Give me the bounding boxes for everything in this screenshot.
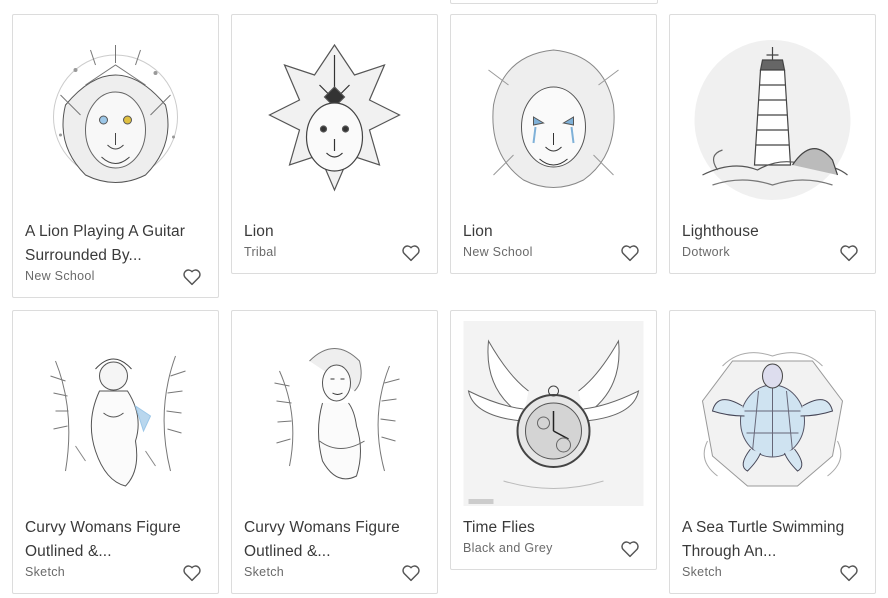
card-title-line2[interactable]: Outlined &... bbox=[244, 540, 407, 564]
design-card[interactable]: A Sea Turtle Swimming Through An... Sket… bbox=[669, 310, 876, 594]
card-style-label: Black and Grey bbox=[463, 541, 553, 555]
heart-outline-icon[interactable] bbox=[182, 564, 202, 582]
heart-outline-icon[interactable] bbox=[839, 564, 859, 582]
design-card[interactable]: Curvy Womans Figure Outlined &... Sketch bbox=[231, 310, 438, 594]
card-style-label: Dotwork bbox=[682, 245, 730, 259]
card-style-label: New School bbox=[25, 269, 95, 283]
heart-outline-icon[interactable] bbox=[620, 244, 640, 262]
partial-card-above bbox=[450, 0, 658, 4]
card-title-line1[interactable]: Curvy Womans Figure bbox=[25, 516, 188, 540]
heart-outline-icon[interactable] bbox=[401, 564, 421, 582]
woman-ferns-tattoo-image[interactable] bbox=[25, 321, 206, 506]
card-title-line1[interactable]: Lion bbox=[244, 220, 407, 244]
heart-outline-icon[interactable] bbox=[839, 244, 859, 262]
heart-outline-icon[interactable] bbox=[620, 540, 640, 558]
sea-turtle-tattoo-image[interactable] bbox=[682, 321, 863, 506]
design-card[interactable]: Curvy Womans Figure Outlined &... Sketch bbox=[12, 310, 219, 594]
woman-ferns-tattoo-image-2[interactable] bbox=[244, 321, 425, 506]
lion-new-school-tattoo-image[interactable] bbox=[463, 25, 644, 210]
card-title-line1[interactable]: A Sea Turtle Swimming bbox=[682, 516, 861, 540]
card-title-line1[interactable]: A Lion Playing A Guitar bbox=[25, 220, 202, 244]
design-card[interactable]: A Lion Playing A Guitar Surrounded By...… bbox=[12, 14, 219, 298]
design-card[interactable]: Lighthouse Dotwork bbox=[669, 14, 876, 274]
card-style-label: New School bbox=[463, 245, 533, 259]
card-title-line2[interactable]: Through An... bbox=[682, 540, 861, 564]
card-style-label: Sketch bbox=[244, 565, 285, 579]
card-title-line1[interactable]: Lion bbox=[463, 220, 626, 244]
card-style-label: Tribal bbox=[244, 245, 277, 259]
card-title-line1[interactable]: Time Flies bbox=[463, 516, 626, 540]
winged-pocket-watch-tattoo-image[interactable] bbox=[463, 321, 644, 506]
card-title-line2[interactable]: Surrounded By... bbox=[25, 244, 202, 268]
design-card[interactable]: Lion New School bbox=[450, 14, 657, 274]
design-card[interactable]: Time Flies Black and Grey bbox=[450, 310, 657, 570]
card-title-line1[interactable]: Curvy Womans Figure bbox=[244, 516, 407, 540]
lighthouse-tattoo-image[interactable] bbox=[682, 25, 863, 210]
heart-outline-icon[interactable] bbox=[182, 268, 202, 286]
card-title-line1[interactable]: Lighthouse bbox=[682, 220, 845, 244]
lion-tribal-tattoo-image[interactable] bbox=[244, 25, 425, 210]
card-style-label: Sketch bbox=[682, 565, 723, 579]
card-style-label: Sketch bbox=[25, 565, 66, 579]
design-card[interactable]: Lion Tribal bbox=[231, 14, 438, 274]
heart-outline-icon[interactable] bbox=[401, 244, 421, 262]
lion-guitar-tattoo-image[interactable] bbox=[25, 25, 206, 210]
card-title-line2[interactable]: Outlined &... bbox=[25, 540, 188, 564]
